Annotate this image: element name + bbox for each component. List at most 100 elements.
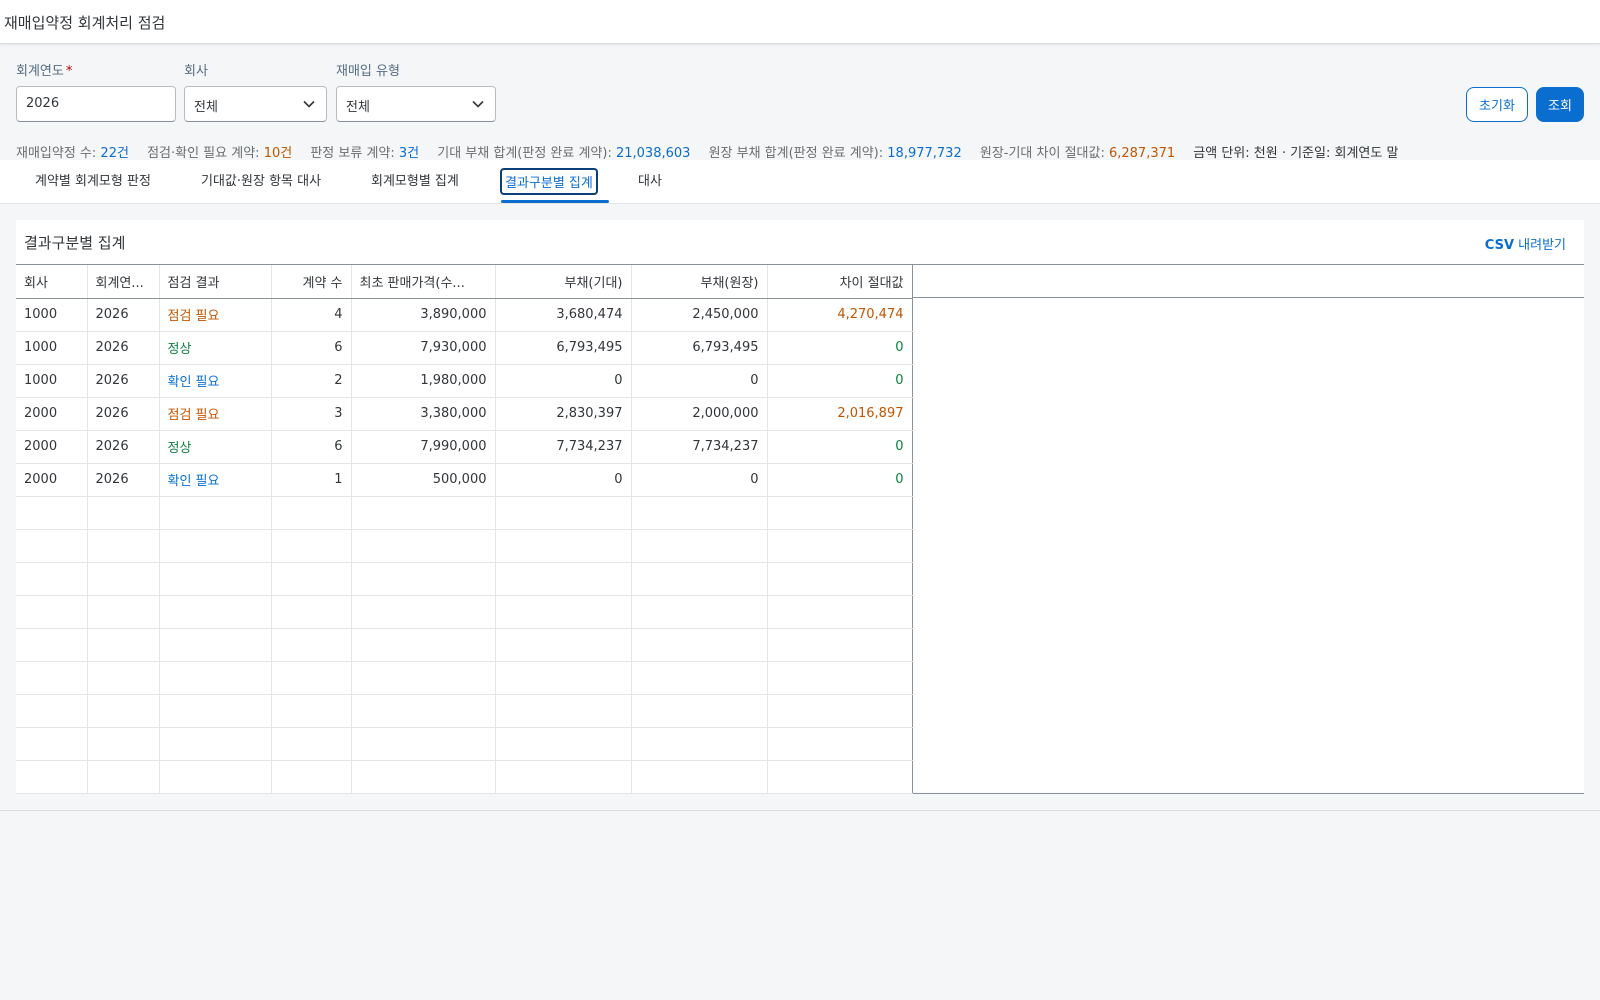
cell-result: 정상 [159,331,272,365]
cell-diff: 2,016,897 [767,397,913,431]
csv-download-link[interactable]: CSV 내려받기 [1485,234,1566,253]
empty-cell [16,562,88,596]
empty-row [16,661,913,695]
empty-cell [87,496,160,530]
cell-price: 3,890,000 [351,298,496,332]
empty-cell [159,628,272,662]
table-body: 1000 2026 점검 필요 4 3,890,000 3,680,474 2,450,00… [16,298,913,794]
cell-result: 점검 필요 [159,298,272,332]
cell-company: 2000 [16,430,88,464]
empty-cell [351,727,496,761]
table-row[interactable]: 1000 2026 정상 6 7,930,000 6,793,495 6,793,495 0 [16,331,913,365]
empty-row [16,727,913,761]
empty-cell [16,661,88,695]
empty-cell [87,595,160,629]
type-label: 재매입 유형 [336,64,400,79]
empty-cell [87,661,160,695]
reset-button[interactable]: 초기화 [1466,87,1528,122]
empty-cell [87,727,160,761]
empty-cell [351,496,496,530]
tab-bar: 계약별 회계모형 판정 기대값·원장 항목 대사 회계모형별 집계 결과구분별 … [0,160,1600,204]
col-header-ledger[interactable]: 부채(원장) [631,265,768,299]
empty-cell [767,628,913,662]
empty-cell [631,694,768,728]
cell-diff: 0 [767,364,913,398]
table-row[interactable]: 2000 2026 정상 6 7,990,000 7,734,237 7,734,237 0 [16,430,913,464]
year-input-value: 2026 [26,96,60,111]
cell-result: 확인 필요 [159,364,272,398]
table-row[interactable]: 1000 2026 점검 필요 4 3,890,000 3,680,474 2,450,00… [16,298,913,332]
tab-result-summary[interactable]: 결과구분별 집계 [500,168,598,195]
check-needed-label: 점검·확인 필요 계약: [147,146,260,161]
result-table: 회사 회계연... 점검 결과 계약 수 최초 판매가격(수... 부채(기대)… [16,265,913,794]
empty-cell [495,694,632,728]
empty-cell [16,694,88,728]
empty-row [16,496,913,530]
empty-cell [271,661,352,695]
cell-diff: 0 [767,463,913,497]
diff-total-label: 원장-기대 차이 절대값: [979,146,1105,161]
empty-cell [16,628,88,662]
cell-company: 1000 [16,364,88,398]
cell-count: 6 [271,331,352,365]
tab-reconcile[interactable]: 대사 [638,170,662,189]
empty-cell [159,760,272,794]
cell-price: 7,990,000 [351,430,496,464]
cell-price: 3,380,000 [351,397,496,431]
col-header-year[interactable]: 회계연... [87,265,160,299]
active-tab-indicator [501,200,609,203]
cell-result: 정상 [159,430,272,464]
empty-cell [767,661,913,695]
cell-diff: 0 [767,331,913,365]
empty-cell [495,529,632,563]
col-header-count[interactable]: 계약 수 [271,265,352,299]
result-grid: 회사 회계연... 점검 결과 계약 수 최초 판매가격(수... 부채(기대)… [16,264,1584,794]
empty-row [16,595,913,629]
empty-cell [16,760,88,794]
hold-value: 3건 [398,146,420,161]
cell-company: 2000 [16,397,88,431]
empty-cell [495,628,632,662]
col-header-company[interactable]: 회사 [16,265,88,299]
empty-cell [495,496,632,530]
table-row[interactable]: 2000 2026 확인 필요 1 500,000 0 0 0 [16,463,913,497]
col-header-result[interactable]: 점검 결과 [159,265,272,299]
cell-expected: 3,680,474 [495,298,632,332]
contract-count-label: 재매입약정 수: [16,146,97,161]
type-select[interactable]: 전체 [336,86,496,122]
empty-cell [631,760,768,794]
table-row[interactable]: 1000 2026 확인 필요 2 1,980,000 0 0 0 [16,364,913,398]
cell-price: 7,930,000 [351,331,496,365]
col-header-price[interactable]: 최초 판매가격(수... [351,265,496,299]
csv-download-label: 내려받기 [1514,238,1566,253]
result-summary-panel: 결과구분별 집계 CSV 내려받기 회사 회계연... 점검 결과 계약 수 최… [16,220,1584,794]
tab-contract-model[interactable]: 계약별 회계모형 판정 [35,170,151,189]
company-select[interactable]: 전체 [184,86,327,122]
empty-cell [16,595,88,629]
cell-result: 확인 필요 [159,463,272,497]
empty-cell [767,760,913,794]
cell-year: 2026 [87,463,160,497]
type-select-value: 전체 [346,100,370,115]
col-header-diff[interactable]: 차이 절대값 [767,265,913,299]
empty-cell [631,628,768,662]
empty-cell [16,529,88,563]
tab-expected-ledger[interactable]: 기대값·원장 항목 대사 [201,170,321,189]
cell-expected: 2,830,397 [495,397,632,431]
year-label: 회계연도 * [16,64,73,79]
empty-cell [631,595,768,629]
empty-cell [495,661,632,695]
cell-company: 1000 [16,331,88,365]
year-input[interactable]: 2026 [16,86,176,122]
cell-ledger: 0 [631,364,768,398]
col-header-expected[interactable]: 부채(기대) [495,265,632,299]
cell-count: 2 [271,364,352,398]
empty-cell [351,595,496,629]
table-row[interactable]: 2000 2026 점검 필요 3 3,380,000 2,830,397 2,000,00… [16,397,913,431]
cell-company: 2000 [16,463,88,497]
empty-cell [271,628,352,662]
search-button[interactable]: 조회 [1536,87,1584,122]
cell-expected: 0 [495,364,632,398]
empty-cell [87,694,160,728]
tab-model-summary[interactable]: 회계모형별 집계 [371,170,459,189]
